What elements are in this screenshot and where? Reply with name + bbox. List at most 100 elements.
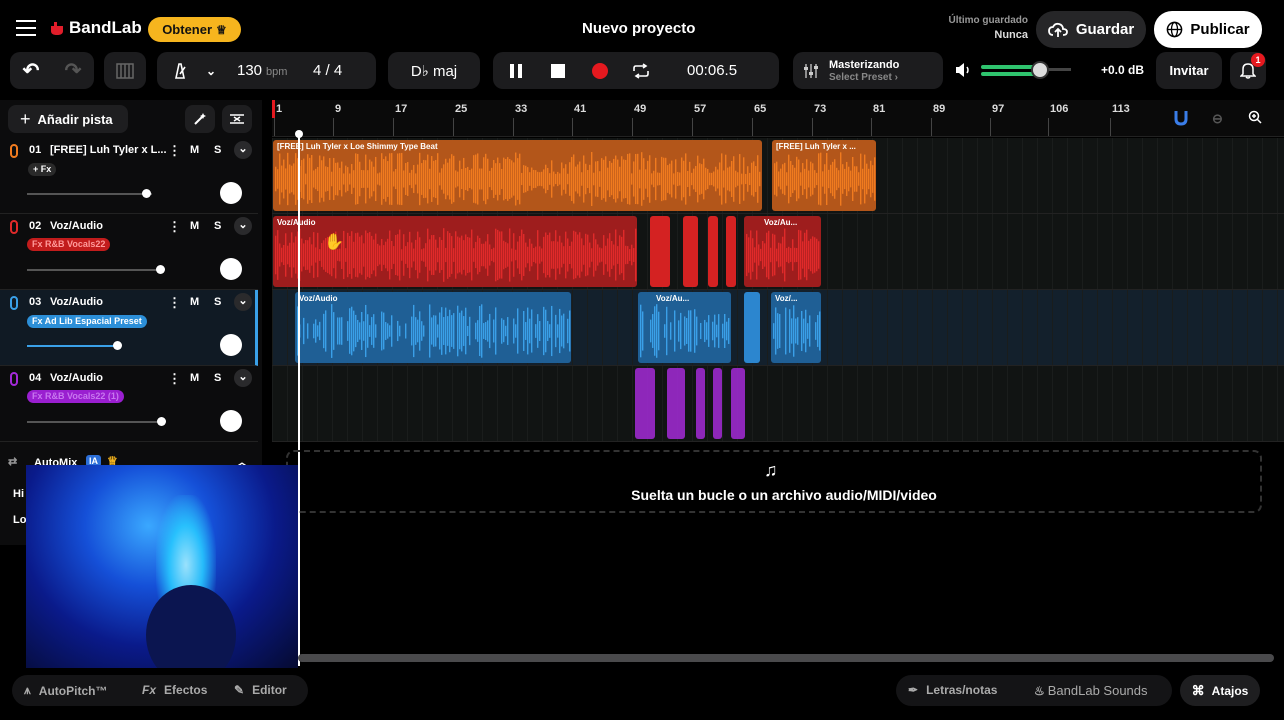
tempo-field[interactable]: 130 bpm — [237, 62, 307, 79]
chevron-down-icon[interactable]: ⌄ — [234, 293, 252, 311]
chevron-down-icon[interactable]: ⌄ — [234, 369, 252, 387]
solo-button[interactable]: S — [214, 372, 221, 384]
audio-clip[interactable]: Voz/... — [771, 292, 821, 363]
audio-clip[interactable] — [744, 292, 760, 363]
metronome-icon[interactable] — [157, 62, 203, 79]
track-name[interactable]: Voz/Audio — [50, 220, 103, 232]
track-name[interactable]: Voz/Audio — [50, 372, 103, 384]
waveform-bar — [377, 173, 379, 185]
solo-button[interactable]: S — [214, 220, 221, 232]
audio-clip[interactable]: Voz/Au... — [638, 292, 731, 363]
audio-clip[interactable]: Voz/Au... — [744, 216, 821, 287]
track-volume-slider[interactable] — [27, 345, 119, 347]
tool-arrange-button[interactable] — [222, 105, 252, 133]
get-button[interactable]: Obtener ♕ — [148, 17, 241, 42]
master-volume-slider[interactable] — [981, 61, 1071, 79]
loop-start-marker[interactable] — [272, 100, 275, 118]
mute-button[interactable]: M — [190, 220, 199, 232]
solo-button[interactable]: S — [214, 144, 221, 156]
kebab-menu-icon[interactable]: ⋮ — [168, 219, 181, 235]
bandlab-logo[interactable]: BandLab — [48, 18, 142, 38]
mastering-button[interactable]: Masterizando Select Preset › — [793, 52, 943, 89]
fx-button[interactable]: Fx Ad Lib Espacial Preset — [27, 315, 147, 328]
shortcuts-button[interactable]: ⌘ Atajos — [1180, 675, 1260, 706]
publish-button[interactable]: Publicar — [1154, 11, 1262, 48]
track-volume-thumb[interactable] — [157, 417, 166, 426]
chevron-down-icon[interactable]: ⌄ — [234, 141, 252, 159]
audio-clip[interactable] — [708, 216, 718, 287]
track-header-1[interactable]: 01 [FREE] Luh Tyler x L... ⋮ M S ⌄ + Fx — [0, 138, 258, 214]
track-header-3[interactable]: 03 Voz/Audio ⋮ M S ⌄ Fx Ad Lib Espacial … — [0, 290, 258, 366]
undo-icon[interactable]: ↶ — [10, 58, 52, 83]
mute-button[interactable]: M — [190, 144, 199, 156]
chevron-down-icon[interactable]: ⌄ — [203, 64, 219, 78]
mute-button[interactable]: M — [190, 372, 199, 384]
redo-icon[interactable]: ↷ — [52, 58, 94, 83]
pan-knob[interactable] — [220, 258, 242, 280]
track-header-4[interactable]: 04 Voz/Audio ⋮ M S ⌄ Fx R&B Vocals22 (1) — [0, 366, 258, 442]
sounds-button[interactable]: ♨ BandLab Sounds — [1034, 683, 1148, 698]
piano-button[interactable] — [104, 52, 146, 89]
audio-clip[interactable] — [683, 216, 698, 287]
timeline-ruler[interactable] — [272, 100, 1284, 137]
mute-button[interactable]: M — [190, 296, 199, 308]
kebab-menu-icon[interactable]: ⋮ — [168, 295, 181, 311]
track-name[interactable]: Voz/Audio — [50, 296, 103, 308]
track-volume-slider[interactable] — [27, 421, 164, 423]
kebab-menu-icon[interactable]: ⋮ — [168, 371, 181, 387]
solo-button[interactable]: S — [214, 296, 221, 308]
snap-magnet-icon[interactable] — [1174, 110, 1188, 131]
zoom-out-icon[interactable]: ⊖ — [1212, 111, 1223, 127]
playhead[interactable] — [298, 132, 300, 666]
volume-thumb[interactable] — [1031, 61, 1049, 79]
track-volume-thumb[interactable] — [113, 341, 122, 350]
lyrics-button[interactable]: ✒ Letras/notas — [908, 683, 997, 697]
autopitch-button[interactable]: ⩚ AutoPitch™ — [24, 683, 107, 698]
audio-clip[interactable] — [726, 216, 736, 287]
track-volume-slider[interactable] — [27, 193, 152, 195]
loop-icon[interactable] — [623, 62, 659, 79]
pan-knob[interactable] — [220, 410, 242, 432]
record-icon[interactable] — [577, 62, 623, 80]
chevron-down-icon[interactable]: ⌄ — [234, 217, 252, 235]
add-track-button[interactable]: + Añadir pista — [8, 105, 128, 133]
audio-clip[interactable]: Voz/Audio — [295, 292, 571, 363]
audio-clip[interactable]: [FREE] Luh Tyler x Loe Shimmy Type Beat — [273, 140, 762, 211]
editor-button[interactable]: ✎ Editor — [234, 683, 287, 697]
track-volume-slider[interactable] — [27, 269, 162, 271]
pause-icon[interactable] — [493, 63, 539, 79]
invite-button[interactable]: Invitar — [1156, 52, 1222, 89]
pan-knob[interactable] — [220, 334, 242, 356]
audio-clip[interactable] — [635, 368, 655, 439]
audio-clip[interactable] — [696, 368, 705, 439]
fx-button[interactable]: Fx R&B Vocals22 (1) — [27, 390, 124, 403]
track-volume-thumb[interactable] — [142, 189, 151, 198]
stop-icon[interactable] — [539, 63, 577, 78]
audio-clip[interactable]: [FREE] Luh Tyler x ... — [772, 140, 876, 211]
audio-clip[interactable] — [650, 216, 670, 287]
save-button[interactable]: Guardar — [1036, 11, 1146, 48]
horizontal-scrollbar[interactable] — [298, 654, 1274, 662]
track-name[interactable]: [FREE] Luh Tyler x L... — [50, 144, 167, 156]
zoom-in-icon[interactable] — [1248, 110, 1262, 129]
tool-wand-button[interactable] — [185, 105, 215, 133]
fx-button[interactable]: + Fx — [28, 163, 57, 176]
audio-clip[interactable] — [667, 368, 685, 439]
track-lane-4[interactable] — [272, 366, 1284, 442]
menu-icon[interactable] — [16, 20, 36, 36]
drop-zone[interactable]: ♫ Suelta un bucle o un archivo audio/MID… — [286, 450, 1262, 513]
speaker-icon[interactable] — [954, 62, 972, 83]
track-header-2[interactable]: 02 Voz/Audio ⋮ M S ⌄ Fx R&B Vocals22 — [0, 214, 258, 290]
pan-knob[interactable] — [220, 182, 242, 204]
track-volume-thumb[interactable] — [156, 265, 165, 274]
project-title[interactable]: Nuevo proyecto — [582, 20, 695, 37]
kebab-menu-icon[interactable]: ⋮ — [168, 143, 181, 159]
audio-clip[interactable] — [731, 368, 745, 439]
audio-clip[interactable] — [713, 368, 722, 439]
time-signature[interactable]: 4 / 4 — [313, 62, 342, 79]
playhead-handle[interactable] — [295, 130, 303, 138]
fx-button[interactable]: Fx R&B Vocals22 — [27, 238, 111, 251]
effects-button[interactable]: Fx Efectos — [142, 683, 207, 697]
notifications-button[interactable]: 1 — [1230, 52, 1266, 89]
key-selector[interactable]: D♭ maj — [388, 52, 480, 89]
